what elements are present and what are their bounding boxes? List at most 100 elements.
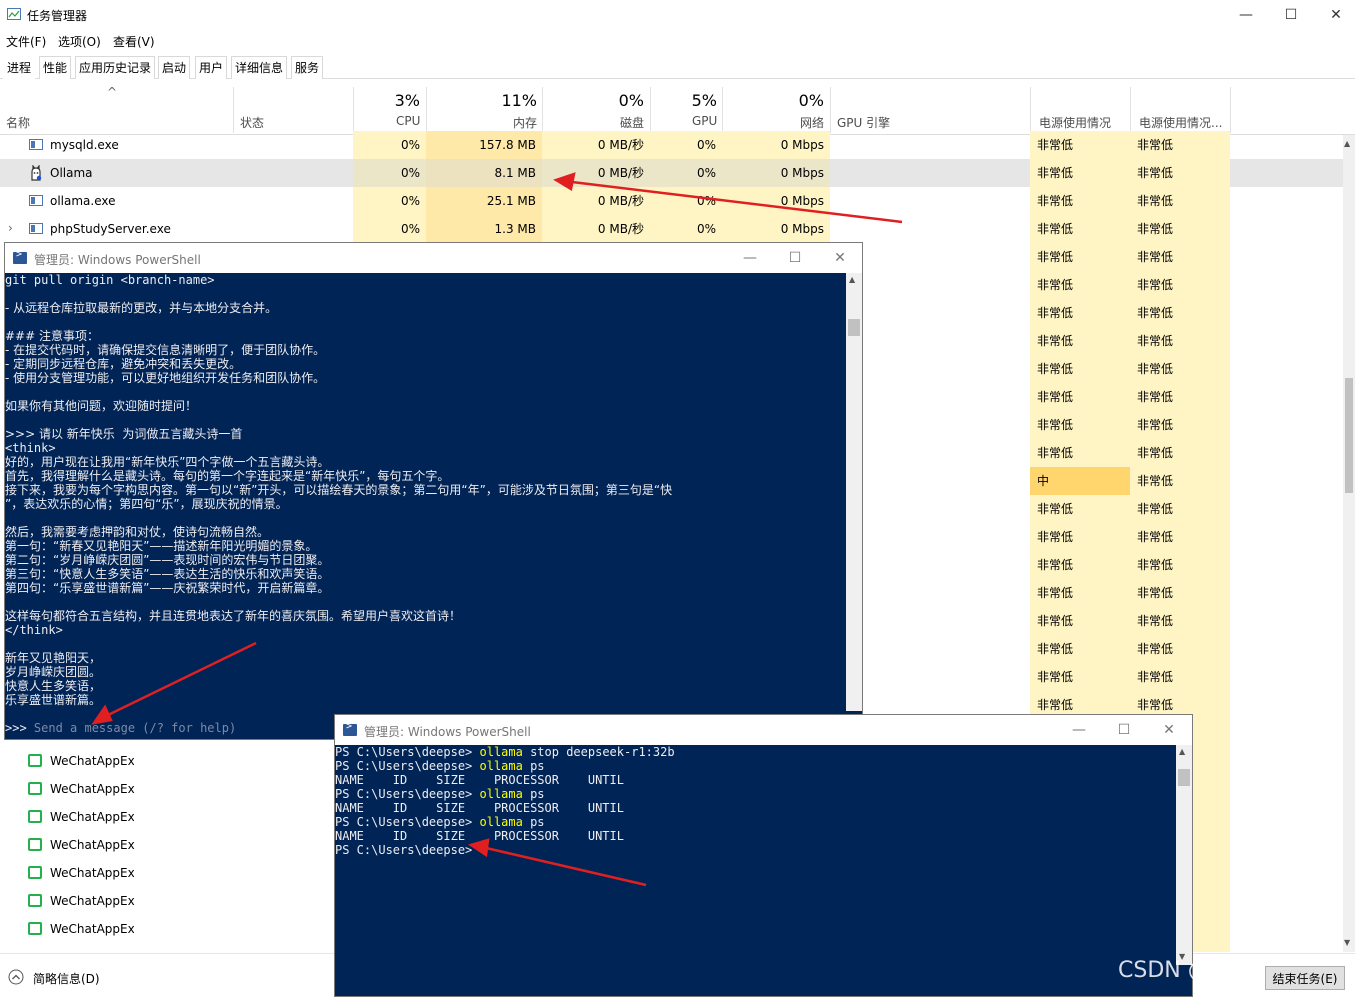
command-args: ps — [522, 759, 545, 773]
tab-processes[interactable]: 进程 — [3, 56, 36, 79]
power-cell: 非常低 — [1130, 411, 1230, 439]
mem-cell: 1.3 MB — [426, 215, 542, 243]
ps1-scroll-thumb[interactable] — [848, 319, 860, 336]
ps2-minimize-button[interactable]: — — [1056, 715, 1102, 745]
net-cell: 0 Mbps — [722, 159, 830, 187]
task-manager-titlebar[interactable]: 任务管理器 — ☐ ✕ — [0, 0, 1355, 30]
col-mem-pct: 11% — [501, 91, 537, 110]
wechat-row[interactable]: WeChatAppEx — [0, 915, 335, 943]
wechat-row[interactable]: WeChatAppEx — [0, 803, 335, 831]
console-line: 然后，我需要考虑押韵和对仗，使诗句流畅自然。 — [5, 525, 270, 539]
tab-details[interactable]: 详细信息 — [231, 56, 288, 79]
power-cell: 非常低 — [1130, 355, 1230, 383]
console-line: ### 注意事项： — [5, 329, 99, 343]
col-name[interactable]: 名称 — [6, 114, 30, 131]
tab-app-history[interactable]: 应用历史记录 — [75, 56, 156, 79]
ps2-scroll-thumb[interactable] — [1178, 769, 1190, 786]
scroll-up-icon[interactable]: ▲ — [1179, 747, 1185, 756]
scroll-thumb[interactable] — [1345, 378, 1353, 493]
tab-performance[interactable]: 性能 — [39, 56, 72, 79]
wechat-row[interactable]: WeChatAppEx — [0, 887, 335, 915]
console-line: - 使用分支管理功能，可以更好地组织开发任务和团队协作。 — [5, 371, 326, 385]
mem-cell: 8.1 MB — [426, 159, 542, 187]
ps1-scrollbar[interactable]: ▲ — [846, 273, 862, 711]
console-line: <think> — [5, 441, 56, 455]
col-gpu[interactable]: GPU — [692, 114, 717, 128]
ps2-close-button[interactable]: ✕ — [1146, 715, 1192, 745]
ps1-close-button[interactable]: ✕ — [817, 243, 863, 273]
console-line: 这样每句都符合五言结构，并且连贯地表达了新年的喜庆氛围。希望用户喜欢这首诗！ — [5, 609, 462, 623]
col-cpu[interactable]: CPU — [396, 114, 420, 128]
col-mem[interactable]: 内存 — [513, 114, 537, 131]
close-button[interactable]: ✕ — [1313, 0, 1355, 30]
console-line: PS C:\Users\deepse> ollama ps — [335, 787, 1173, 801]
col-disk-pct: 0% — [618, 91, 644, 110]
end-task-button[interactable]: 结束任务(E) — [1265, 966, 1345, 990]
power-cell: 中 — [1030, 467, 1130, 495]
ps1-minimize-button[interactable]: — — [727, 243, 773, 273]
powershell-icon — [343, 721, 357, 736]
menu-options[interactable]: 选项(O) — [58, 33, 101, 50]
console-line: PS C:\Users\deepse> ollama ps — [335, 759, 1173, 773]
powershell-window-2[interactable]: 管理员: Windows PowerShell — ☐ ✕ PS C:\User… — [334, 714, 1193, 997]
net-cell: 0 Mbps — [722, 131, 830, 159]
console-line: 岁月峥嵘庆团圆。 — [5, 665, 102, 679]
power-cell: 非常低 — [1030, 439, 1130, 467]
col-status[interactable]: 状态 — [240, 114, 264, 131]
ps1-titlebar[interactable]: 管理员: Windows PowerShell — ☐ ✕ — [5, 243, 862, 273]
menu-file[interactable]: 文件(F) — [6, 33, 46, 50]
console-line: NAME ID SIZE PROCESSOR UNTIL — [335, 773, 1173, 787]
col-gpu-engine[interactable]: GPU 引擎 — [837, 114, 890, 131]
minimize-button[interactable]: — — [1223, 0, 1269, 30]
power-cell: 非常低 — [1030, 159, 1130, 187]
ps2-titlebar[interactable]: 管理员: Windows PowerShell — ☐ ✕ — [335, 715, 1192, 745]
ps1-console[interactable]: git pull origin <branch-name> - 从远程仓库拉取最新… — [5, 273, 845, 739]
wechat-row[interactable]: WeChatAppEx — [0, 775, 335, 803]
powershell-window-1[interactable]: 管理员: Windows PowerShell — ☐ ✕ git pull o… — [4, 242, 863, 740]
collapse-up-icon[interactable] — [8, 969, 24, 985]
power-cell: 非常低 — [1030, 495, 1130, 523]
power-cell: 非常低 — [1130, 271, 1230, 299]
wechat-row[interactable]: WeChatAppEx — [0, 831, 335, 859]
fewer-details-link[interactable]: 简略信息(D) — [33, 970, 100, 987]
tab-users[interactable]: 用户 — [195, 56, 228, 79]
disk-cell: 0 MB/秒 — [542, 187, 650, 215]
scroll-up-icon[interactable]: ▲ — [1344, 139, 1350, 148]
wechat-icon — [28, 838, 42, 851]
vertical-scrollbar[interactable]: ▲ ▼ — [1343, 135, 1355, 952]
csdn-watermark: CSDN @jess — [1118, 958, 1253, 983]
cpu-cell: 0% — [353, 215, 426, 243]
scroll-down-icon[interactable]: ▼ — [1344, 938, 1350, 947]
console-line: </think> — [5, 623, 63, 637]
power-cell: 非常低 — [1030, 635, 1130, 663]
ps2-maximize-button[interactable]: ☐ — [1101, 715, 1147, 745]
power-trend-column: 非常低 非常低 非常低 非常低 非常低 非常低 非常低 非常低 非常低 非常低 非常低 非常低 非常低非… — [1130, 131, 1230, 721]
console-line: 第四句：“乐享盛世谱新篇”——庆祝繁荣时代，开启新篇章。 — [5, 581, 330, 595]
col-power[interactable]: 电源使用情况 — [1039, 114, 1111, 131]
ps2-console[interactable]: PS C:\Users\deepse> ollama stop deepseek… — [335, 745, 1173, 995]
power-cell: 非常低 — [1030, 523, 1130, 551]
col-disk[interactable]: 磁盘 — [620, 114, 644, 131]
col-net[interactable]: 网络 — [800, 114, 824, 131]
power-cell: 非常低 — [1130, 467, 1230, 495]
tab-services[interactable]: 服务 — [291, 56, 324, 79]
expand-chevron-icon[interactable]: › — [8, 221, 13, 235]
wechat-row[interactable]: WeChatAppEx — [0, 747, 335, 775]
wechat-row[interactable]: WeChatAppEx — [0, 859, 335, 887]
sort-up-icon[interactable]: ^ — [107, 85, 117, 99]
disk-cell: 0 MB/秒 — [542, 159, 650, 187]
menu-view[interactable]: 查看(V) — [113, 33, 155, 50]
ps1-maximize-button[interactable]: ☐ — [772, 243, 818, 273]
power-cell: 非常低 — [1030, 551, 1130, 579]
maximize-button[interactable]: ☐ — [1268, 0, 1314, 30]
ps2-scrollbar[interactable]: ▲ ▼ — [1176, 745, 1192, 965]
line-prefix: PS C:\Users\deepse> — [335, 815, 480, 829]
tab-startup[interactable]: 启动 — [158, 56, 191, 79]
scroll-up-icon[interactable]: ▲ — [849, 275, 855, 284]
power-cell: 非常低 — [1130, 215, 1230, 243]
col-power-trend[interactable]: 电源使用情况... — [1139, 114, 1222, 131]
send-message-input[interactable]: Send a message (/? for help) — [34, 721, 236, 735]
